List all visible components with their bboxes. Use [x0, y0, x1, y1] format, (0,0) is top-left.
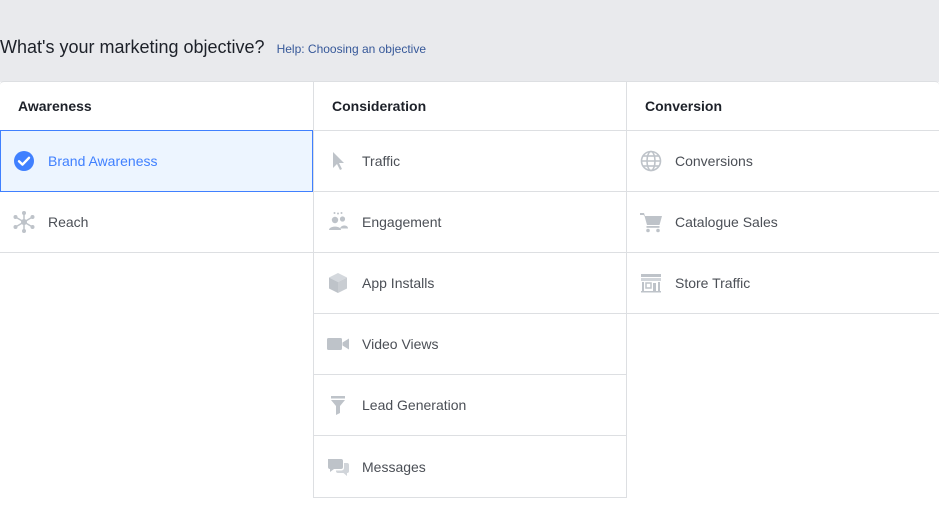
chat-bubbles-icon [326, 455, 350, 479]
funnel-icon [326, 393, 350, 417]
objective-app-installs[interactable]: App Installs [314, 253, 626, 314]
column-header-consideration: Consideration [314, 81, 626, 131]
objective-video-views[interactable]: Video Views [314, 314, 626, 375]
video-camera-icon [326, 332, 350, 356]
page-heading: What's your marketing objective? Help: C… [0, 37, 426, 58]
box-icon [326, 271, 350, 295]
help-link[interactable]: Help: Choosing an objective [277, 42, 426, 56]
objective-conversions[interactable]: Conversions [627, 131, 939, 192]
people-icon [326, 210, 350, 234]
objective-label: Conversions [675, 153, 753, 169]
objective-label: Video Views [362, 336, 439, 352]
objective-brand-awareness[interactable]: Brand Awareness [0, 130, 313, 192]
cursor-icon [326, 149, 350, 173]
objective-grid: Awareness Brand Awareness Reach Consider… [0, 81, 939, 498]
column-header-awareness: Awareness [0, 81, 313, 131]
column-conversion: Conversion Conversions Catalogue Sales S… [626, 81, 939, 498]
objective-reach[interactable]: Reach [0, 192, 313, 253]
check-circle-icon [12, 149, 36, 173]
objective-traffic[interactable]: Traffic [314, 131, 626, 192]
objective-label: Reach [48, 214, 89, 230]
objective-label: Messages [362, 458, 426, 475]
objective-label: Traffic [362, 153, 401, 169]
page-title: What's your marketing objective? [0, 37, 265, 57]
column-consideration: Consideration Traffic Engagement App Ins… [313, 81, 626, 498]
objective-messages[interactable]: Messages [314, 436, 626, 497]
column-header-conversion: Conversion [627, 81, 939, 131]
objective-store-traffic[interactable]: Store Traffic [627, 253, 939, 314]
objective-catalogue-sales[interactable]: Catalogue Sales [627, 192, 939, 253]
objective-label: Store Traffic [675, 275, 751, 291]
objective-label: Engagement [362, 214, 442, 230]
globe-icon [639, 149, 663, 173]
storefront-icon [639, 271, 663, 295]
objective-label: App Installs [362, 275, 435, 291]
objective-label: Lead Generation [362, 397, 467, 413]
shopping-cart-icon [639, 210, 663, 234]
objective-label: Brand Awareness [48, 153, 158, 169]
reach-icon [12, 210, 36, 234]
column-awareness: Awareness Brand Awareness Reach [0, 81, 313, 498]
objective-engagement[interactable]: Engagement [314, 192, 626, 253]
objective-label: Catalogue Sales [675, 214, 778, 230]
objective-lead-generation[interactable]: Lead Generation [314, 375, 626, 436]
